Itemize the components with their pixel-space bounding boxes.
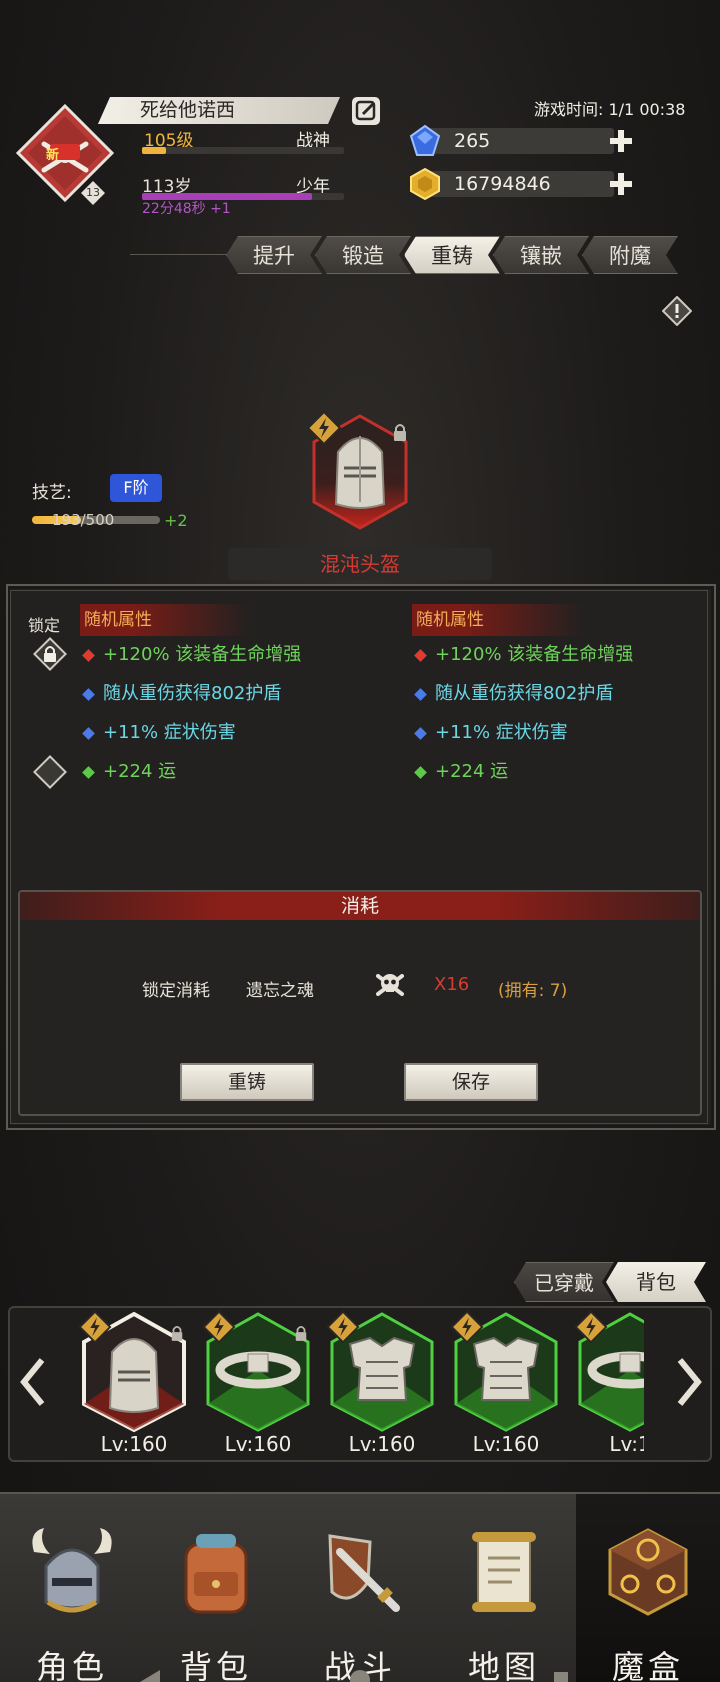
gem-counter: 265 — [418, 128, 614, 154]
red-gem-icon — [414, 649, 427, 662]
red-gem-icon — [82, 649, 95, 662]
save-button[interactable]: 保存 — [404, 1063, 538, 1101]
attribute-line: +120% 该装备生命增强 — [414, 644, 633, 666]
green-gem-icon — [82, 766, 95, 779]
rarity-badge-icon — [326, 1310, 360, 1344]
cost-owned: (拥有: 7) — [498, 981, 568, 1001]
nav-map[interactable]: 地图 — [432, 1494, 576, 1682]
skill-bonus: +2 — [164, 511, 188, 530]
recast-button[interactable]: 重铸 — [180, 1063, 314, 1101]
sword-shield-icon — [328, 1534, 400, 1612]
equipment-level: Lv:160 — [100, 1432, 168, 1456]
lock-column-label: 锁定 — [28, 616, 61, 635]
cost-title: 消耗 — [20, 892, 700, 920]
equipment-level: Lv:160 — [224, 1432, 292, 1456]
equipment-slot-5[interactable] — [574, 1310, 644, 1434]
gem-amount: 265 — [454, 130, 491, 152]
attribute-line: +224 运 — [414, 761, 508, 783]
scroll-map-icon — [472, 1532, 536, 1612]
system-nav-bar — [140, 1670, 568, 1682]
blue-gem-icon — [82, 727, 95, 740]
lock-icon — [295, 1326, 307, 1341]
add-gems-button[interactable] — [608, 128, 634, 154]
game-time: 游戏时间: 1/1 00:38 — [534, 100, 686, 119]
blue-gem-icon — [414, 727, 427, 740]
equipment-slot-2[interactable] — [202, 1310, 314, 1434]
blue-gem-icon — [414, 688, 427, 701]
item-name: 混沌头盔 — [228, 548, 492, 580]
level-bar-fill — [142, 147, 167, 154]
blue-gem-icon — [82, 688, 95, 701]
equipment-slot-3[interactable] — [326, 1310, 438, 1434]
nav-magic-box[interactable]: 魔盒 — [576, 1494, 720, 1682]
rarity-badge-icon — [202, 1310, 236, 1344]
cost-quantity: X16 — [434, 974, 470, 995]
gold-amount: 16794846 — [454, 173, 551, 195]
equipment-level: Lv:160 — [472, 1432, 540, 1456]
tab-enchant[interactable]: 附魔 — [582, 236, 678, 274]
chevron-left-icon[interactable] — [16, 1356, 50, 1408]
rarity-badge-icon — [450, 1310, 484, 1344]
equipment-slot-1[interactable] — [78, 1310, 190, 1434]
add-gold-button[interactable] — [608, 171, 634, 197]
cost-label: 锁定消耗 — [142, 981, 210, 1001]
rarity-badge-icon — [78, 1310, 112, 1344]
equipment-level: Lv:1 — [609, 1432, 644, 1456]
gold-coin-icon — [410, 167, 440, 201]
helmet-horns-icon — [32, 1528, 112, 1613]
lock-icon — [44, 646, 56, 662]
cost-box — [18, 890, 702, 1116]
magic-box-icon — [608, 1528, 688, 1616]
tab-upgrade[interactable]: 提升 — [226, 236, 322, 274]
player-name: 死给他诺西 — [98, 97, 340, 124]
skill-label: 技艺: — [32, 483, 72, 503]
gold-counter: 16794846 — [418, 171, 614, 197]
backpack-icon — [184, 1534, 248, 1614]
lock-icon — [394, 424, 406, 441]
skull-icon — [376, 974, 404, 996]
age-timer: 22分48秒 +1 — [142, 201, 231, 217]
skill-progress: 193/500 — [52, 511, 115, 529]
new-badge: 新 — [46, 148, 60, 163]
attribute-line: +11% 症状伤害 — [414, 722, 568, 744]
lock-toggle-4[interactable] — [33, 755, 67, 789]
new-attributes-header: 随机属性 — [412, 604, 582, 636]
nav-battle[interactable]: 战斗 — [288, 1494, 432, 1682]
lock-icon — [171, 1326, 183, 1341]
lock-toggle-1[interactable] — [33, 637, 67, 671]
chevron-right-icon[interactable] — [672, 1356, 706, 1408]
warning-icon[interactable] — [662, 296, 692, 326]
edit-icon[interactable] — [352, 97, 380, 125]
nav-character[interactable]: 角色 — [0, 1494, 144, 1682]
equipment-list: Lv:160 Lv:160 Lv:160 Lv:160 Lv:1 — [58, 1306, 644, 1462]
attribute-line: 随从重伤获得802护盾 — [82, 683, 281, 705]
rarity-badge-icon — [574, 1310, 608, 1344]
current-attributes-header: 随机属性 — [80, 604, 250, 636]
tab-divider — [130, 254, 230, 255]
tab-inlay[interactable]: 镶嵌 — [493, 236, 589, 274]
green-gem-icon — [414, 766, 427, 779]
attribute-line: +120% 该装备生命增强 — [82, 644, 301, 666]
equipment-slot-4[interactable] — [450, 1310, 562, 1434]
tab-forge[interactable]: 锻造 — [315, 236, 411, 274]
tab-recast[interactable]: 重铸 — [404, 236, 500, 274]
sub-level-text: 13 — [86, 186, 100, 199]
tab-equipped[interactable]: 已穿戴 — [514, 1262, 614, 1302]
cost-item-name: 遗忘之魂 — [246, 981, 314, 1001]
level-bar — [142, 147, 344, 154]
skill-grade: F阶 — [110, 474, 162, 502]
nav-bag[interactable]: 背包 — [144, 1494, 288, 1682]
blue-gem-icon — [409, 124, 441, 156]
attribute-line: +11% 症状伤害 — [82, 722, 236, 744]
rarity-badge-icon — [306, 410, 342, 446]
tab-bag[interactable]: 背包 — [606, 1262, 706, 1302]
attribute-line: +224 运 — [82, 761, 176, 783]
equipment-level: Lv:160 — [348, 1432, 416, 1456]
attribute-line: 随从重伤获得802护盾 — [414, 683, 613, 705]
